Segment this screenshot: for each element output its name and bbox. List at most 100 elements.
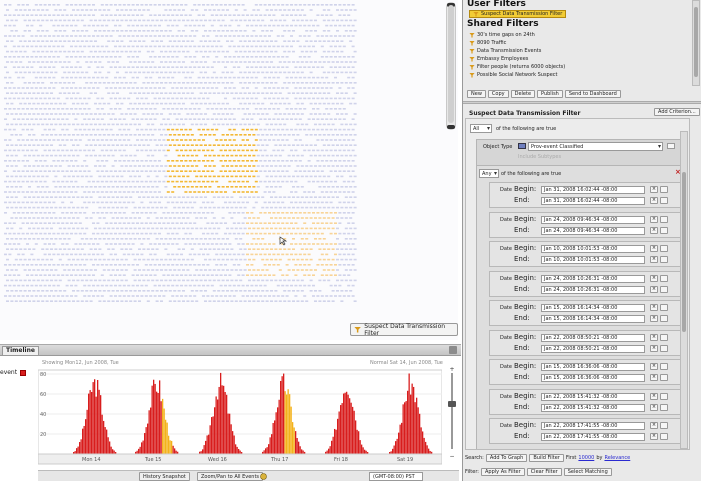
- graph-node[interactable]: [246, 76, 249, 79]
- graph-node[interactable]: [331, 134, 335, 136]
- graph-node[interactable]: [197, 76, 201, 79]
- graph-node[interactable]: [276, 232, 280, 235]
- graph-node[interactable]: [74, 284, 78, 287]
- graph-node[interactable]: [347, 284, 351, 287]
- graph-node[interactable]: [39, 24, 43, 27]
- graph-node[interactable]: [122, 232, 126, 235]
- graph-node[interactable]: [120, 186, 124, 188]
- graph-node[interactable]: [107, 290, 111, 292]
- graph-node[interactable]: [217, 61, 221, 63]
- graph-node[interactable]: [107, 71, 111, 74]
- graph-node[interactable]: [175, 274, 179, 276]
- graph-node[interactable]: [237, 222, 241, 224]
- graph-node[interactable]: [32, 196, 36, 198]
- graph-node[interactable]: [228, 35, 232, 37]
- graph-node[interactable]: [58, 144, 62, 146]
- graph-node[interactable]: [76, 40, 80, 42]
- graph-node[interactable]: [268, 35, 271, 37]
- graph-node[interactable]: [261, 300, 265, 302]
- end-date-field[interactable]: Jan 24, 2008 09:46:34 -08:00: [541, 226, 645, 235]
- graph-node[interactable]: [10, 300, 14, 302]
- graph-canvas[interactable]: Suspect Data Transmission Filter: [0, 0, 458, 340]
- graph-node[interactable]: [252, 227, 256, 230]
- graph-node[interactable]: [195, 165, 199, 167]
- graph-node[interactable]: [67, 82, 71, 84]
- graph-node[interactable]: [52, 149, 56, 152]
- graph-node[interactable]: [186, 144, 190, 146]
- histogram-bar[interactable]: [362, 447, 364, 454]
- graph-node[interactable]: [338, 253, 342, 256]
- graph-node[interactable]: [270, 92, 273, 94]
- graph-node[interactable]: [353, 206, 357, 209]
- graph-node[interactable]: [116, 258, 119, 261]
- graph-node[interactable]: [153, 201, 157, 204]
- graph-node[interactable]: [17, 45, 21, 48]
- graph-node[interactable]: [50, 227, 53, 230]
- graph-node[interactable]: [67, 113, 71, 115]
- graph-node[interactable]: [12, 274, 16, 276]
- graph-node[interactable]: [107, 113, 111, 115]
- graph-node[interactable]: [234, 19, 238, 22]
- graph-node[interactable]: [188, 160, 192, 162]
- graph-node[interactable]: [272, 160, 276, 162]
- graph-node[interactable]: [230, 248, 234, 250]
- graph-node[interactable]: [111, 186, 115, 188]
- graph-node[interactable]: [182, 71, 185, 74]
- graph-node[interactable]: [338, 87, 342, 89]
- graph-node[interactable]: [70, 170, 73, 172]
- graph-node[interactable]: [329, 264, 333, 266]
- graph-node[interactable]: [188, 139, 192, 141]
- graph-node[interactable]: [89, 154, 93, 157]
- histogram-bar[interactable]: [350, 402, 352, 454]
- graph-node[interactable]: [186, 206, 190, 209]
- graph-node[interactable]: [107, 134, 111, 136]
- graph-node[interactable]: [237, 66, 241, 68]
- graph-node[interactable]: [263, 35, 267, 37]
- graph-node[interactable]: [109, 118, 113, 120]
- scroll-thumb[interactable]: [682, 172, 686, 332]
- graph-node[interactable]: [206, 76, 210, 79]
- graph-node[interactable]: [281, 232, 285, 235]
- graph-node[interactable]: [300, 154, 304, 157]
- graph-node[interactable]: [230, 134, 234, 136]
- graph-node[interactable]: [85, 82, 89, 84]
- graph-node[interactable]: [287, 50, 291, 53]
- graph-node[interactable]: [164, 71, 168, 74]
- graph-node[interactable]: [140, 66, 144, 68]
- graph-node[interactable]: [283, 144, 287, 146]
- graph-node[interactable]: [331, 154, 335, 157]
- graph-node[interactable]: [215, 56, 219, 58]
- graph-node[interactable]: [177, 30, 181, 32]
- graph-node[interactable]: [48, 128, 51, 131]
- graph-node[interactable]: [312, 108, 315, 110]
- graph-node[interactable]: [188, 14, 192, 16]
- graph-node[interactable]: [241, 160, 245, 162]
- graph-node[interactable]: [131, 35, 135, 37]
- graph-node[interactable]: [96, 180, 100, 183]
- graph-node[interactable]: [48, 45, 51, 48]
- graph-node[interactable]: [48, 118, 51, 120]
- graph-node[interactable]: [199, 61, 203, 63]
- graph-node[interactable]: [322, 134, 326, 136]
- graph-node[interactable]: [8, 14, 12, 16]
- graph-node[interactable]: [329, 149, 333, 152]
- graph-node[interactable]: [107, 154, 111, 157]
- graph-node[interactable]: [122, 139, 126, 141]
- graph-node[interactable]: [219, 253, 223, 256]
- graph-node[interactable]: [252, 300, 256, 302]
- graph-node[interactable]: [270, 30, 273, 32]
- graph-node[interactable]: [230, 154, 234, 157]
- graph-node[interactable]: [14, 154, 18, 157]
- graph-node[interactable]: [347, 76, 351, 79]
- graph-node[interactable]: [142, 186, 146, 188]
- graph-node[interactable]: [10, 248, 14, 250]
- graph-node[interactable]: [287, 206, 291, 209]
- graph-node[interactable]: [278, 165, 282, 167]
- graph-node[interactable]: [338, 160, 342, 162]
- graph-node[interactable]: [58, 92, 62, 94]
- graph-node[interactable]: [250, 284, 254, 287]
- graph-node[interactable]: [239, 82, 243, 84]
- graph-node[interactable]: [342, 253, 346, 256]
- graph-node[interactable]: [263, 4, 267, 6]
- graph-node[interactable]: [349, 134, 353, 136]
